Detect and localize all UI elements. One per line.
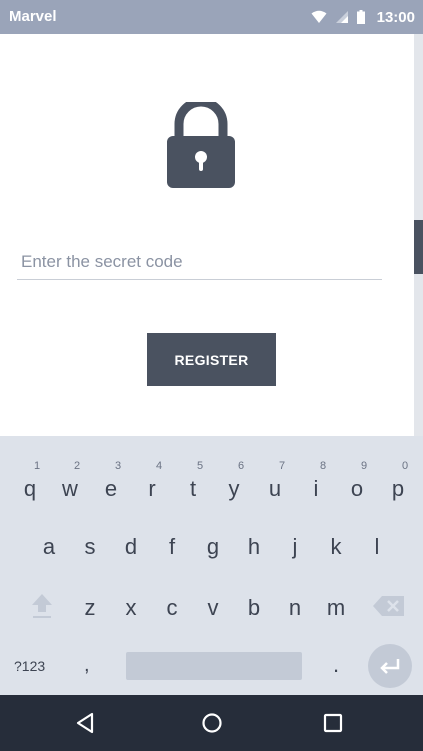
status-app-name: Marvel xyxy=(9,8,57,25)
lock-icon xyxy=(167,102,235,188)
key-hint: 8 xyxy=(319,460,327,472)
key-letter: q xyxy=(23,476,37,501)
key-letter: t xyxy=(189,476,197,501)
key-h[interactable]: h xyxy=(234,534,274,574)
period-key[interactable]: . xyxy=(333,652,339,678)
backspace-key[interactable] xyxy=(372,594,406,618)
key-y[interactable]: 6 y xyxy=(214,436,254,501)
key-a[interactable]: a xyxy=(29,534,69,574)
back-icon[interactable] xyxy=(72,709,100,737)
key-i[interactable]: 8 i xyxy=(296,436,336,501)
scrollbar-thumb[interactable] xyxy=(414,220,423,274)
scrollbar-track[interactable] xyxy=(414,34,423,436)
space-key[interactable] xyxy=(126,652,302,680)
secret-code-input[interactable] xyxy=(17,244,382,280)
key-letter: l xyxy=(374,534,380,559)
enter-icon xyxy=(380,659,400,674)
key-hint: 4 xyxy=(155,460,163,472)
key-letter: u xyxy=(268,476,282,501)
shift-key[interactable] xyxy=(30,592,54,620)
key-letter: b xyxy=(247,595,261,620)
key-letter: h xyxy=(247,534,261,559)
wifi-icon xyxy=(311,10,327,23)
key-letter: s xyxy=(84,534,96,559)
key-letter: i xyxy=(313,476,319,501)
key-o[interactable]: 9 o xyxy=(337,436,377,501)
backspace-icon xyxy=(373,596,404,616)
key-c[interactable]: c xyxy=(152,595,192,635)
status-time: 13:00 xyxy=(376,8,415,26)
key-n[interactable]: n xyxy=(275,595,315,635)
key-letter: k xyxy=(330,534,342,559)
key-w[interactable]: 2 w xyxy=(50,436,90,501)
status-bar: Marvel 13:00 xyxy=(0,0,423,34)
key-hint: 5 xyxy=(196,460,204,472)
key-letter: c xyxy=(166,595,178,620)
key-g[interactable]: g xyxy=(193,534,233,574)
key-letter: v xyxy=(207,595,219,620)
key-letter: n xyxy=(288,595,302,620)
key-e[interactable]: 3 e xyxy=(91,436,131,501)
key-hint: 3 xyxy=(114,460,122,472)
soft-keyboard: 1 q 2 w 3 e 4 r 5 t 6 y 7 u 8 i 9 o 0 p … xyxy=(0,436,423,695)
signal-icon xyxy=(335,11,348,23)
key-hint: 9 xyxy=(360,460,368,472)
key-letter: g xyxy=(206,534,220,559)
key-m[interactable]: m xyxy=(316,595,356,635)
key-x[interactable]: x xyxy=(111,595,151,635)
key-letter: x xyxy=(125,595,137,620)
key-letter: p xyxy=(391,476,405,501)
navigation-bar xyxy=(0,695,423,751)
key-f[interactable]: f xyxy=(152,534,192,574)
comma-key[interactable]: , xyxy=(84,654,90,677)
key-hint: 6 xyxy=(237,460,245,472)
key-letter: w xyxy=(62,476,78,501)
main-content: REGISTER xyxy=(0,34,423,436)
key-letter: j xyxy=(292,534,298,559)
key-t[interactable]: 5 t xyxy=(173,436,213,501)
key-v[interactable]: v xyxy=(193,595,233,635)
enter-key[interactable] xyxy=(368,644,412,688)
key-hint: 0 xyxy=(401,460,409,472)
home-icon[interactable] xyxy=(198,709,226,737)
key-letter: z xyxy=(84,595,96,620)
key-z[interactable]: z xyxy=(70,595,110,635)
key-s[interactable]: s xyxy=(70,534,110,574)
battery-icon xyxy=(356,10,365,24)
key-letter: o xyxy=(350,476,364,501)
key-hint: 7 xyxy=(278,460,286,472)
key-q[interactable]: 1 q xyxy=(10,436,50,501)
key-k[interactable]: k xyxy=(316,534,356,574)
key-letter: f xyxy=(168,534,176,559)
key-letter: r xyxy=(148,476,156,501)
recents-icon[interactable] xyxy=(319,709,347,737)
key-j[interactable]: j xyxy=(275,534,315,574)
numbers-key[interactable]: ?123 xyxy=(14,658,45,674)
key-l[interactable]: l xyxy=(357,534,397,574)
key-letter: m xyxy=(326,595,346,620)
key-hint: 1 xyxy=(33,460,41,472)
key-p[interactable]: 0 p xyxy=(378,436,418,501)
key-r[interactable]: 4 r xyxy=(132,436,172,501)
key-d[interactable]: d xyxy=(111,534,151,574)
key-letter: y xyxy=(228,476,240,501)
key-letter: d xyxy=(124,534,138,559)
shift-icon xyxy=(32,594,52,618)
status-icons: 13:00 xyxy=(311,6,415,28)
key-letter: a xyxy=(42,534,56,559)
key-hint: 2 xyxy=(73,460,81,472)
key-b[interactable]: b xyxy=(234,595,274,635)
app-screen: Marvel 13:00 REGISTER xyxy=(0,0,423,751)
key-u[interactable]: 7 u xyxy=(255,436,295,501)
register-button[interactable]: REGISTER xyxy=(147,333,276,386)
key-letter: e xyxy=(104,476,118,501)
